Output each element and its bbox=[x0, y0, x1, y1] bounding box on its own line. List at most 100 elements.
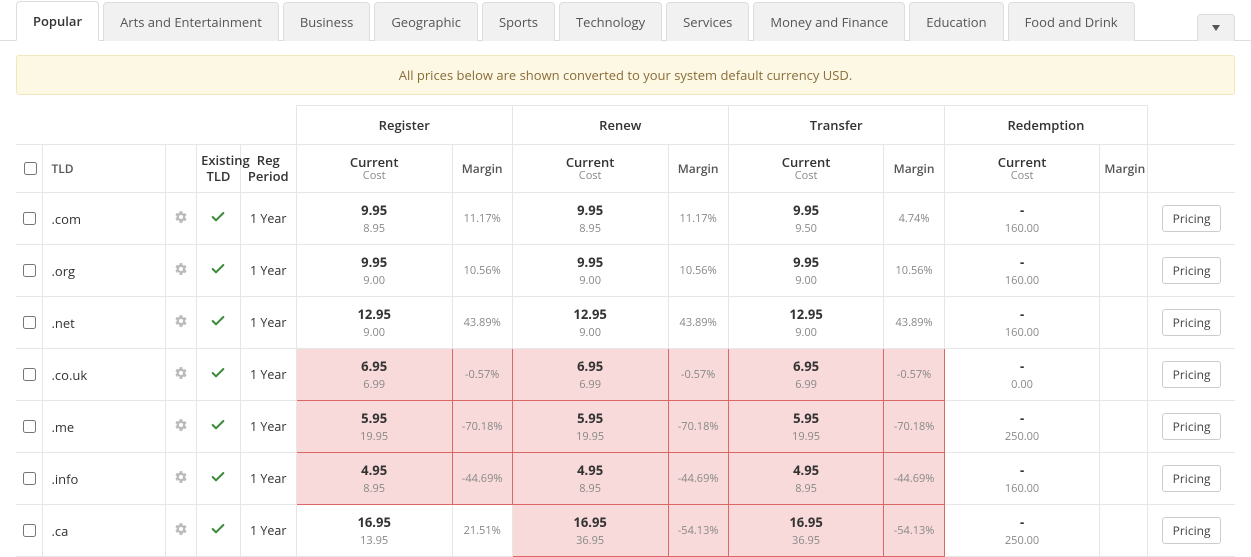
transfer-margin: -44.69% bbox=[884, 453, 944, 505]
row-checkbox[interactable] bbox=[23, 368, 36, 381]
tab-education[interactable]: Education bbox=[909, 2, 1003, 41]
header-transfer-current[interactable]: CurrentCost bbox=[728, 145, 884, 193]
redemption-margin bbox=[1100, 245, 1148, 297]
reg-period: 1 Year bbox=[240, 453, 296, 505]
row-checkbox[interactable] bbox=[23, 420, 36, 433]
gear-icon[interactable] bbox=[174, 470, 188, 488]
row-checkbox[interactable] bbox=[23, 264, 36, 277]
header-redemption-margin[interactable]: Margin bbox=[1100, 145, 1148, 193]
category-tabs: PopularArts and EntertainmentBusinessGeo… bbox=[0, 0, 1251, 41]
transfer-current: 16.95 bbox=[729, 513, 884, 531]
header-tld[interactable]: TLD bbox=[43, 145, 166, 193]
header-existing[interactable]: Existing TLD bbox=[197, 145, 241, 193]
redemption-current: - bbox=[945, 513, 1100, 531]
tab-popular[interactable]: Popular bbox=[16, 1, 99, 41]
row-settings[interactable] bbox=[166, 245, 197, 297]
reg-period: 1 Year bbox=[240, 193, 296, 245]
row-action: Pricing bbox=[1148, 505, 1235, 557]
pricing-button[interactable]: Pricing bbox=[1162, 361, 1222, 388]
row-checkbox[interactable] bbox=[23, 472, 36, 485]
gear-icon[interactable] bbox=[174, 210, 188, 228]
tld-name: .info bbox=[43, 453, 166, 505]
tab-business[interactable]: Business bbox=[283, 2, 371, 41]
tab-arts-and-entertainment[interactable]: Arts and Entertainment bbox=[103, 2, 279, 41]
row-action: Pricing bbox=[1148, 349, 1235, 401]
pricing-button[interactable]: Pricing bbox=[1162, 517, 1222, 544]
tab-money-and-finance[interactable]: Money and Finance bbox=[753, 2, 905, 41]
pricing-button[interactable]: Pricing bbox=[1162, 465, 1222, 492]
redemption-margin bbox=[1100, 505, 1148, 557]
select-all-checkbox[interactable] bbox=[24, 162, 37, 175]
header-transfer-margin[interactable]: Margin bbox=[884, 145, 944, 193]
transfer-price: 6.956.99 bbox=[728, 349, 884, 401]
pricing-button[interactable]: Pricing bbox=[1162, 413, 1222, 440]
pricing-button[interactable]: Pricing bbox=[1162, 309, 1222, 336]
register-margin: 43.89% bbox=[452, 297, 512, 349]
check-icon bbox=[210, 523, 226, 541]
renew-price: 16.9536.95 bbox=[512, 505, 668, 557]
gear-icon[interactable] bbox=[174, 314, 188, 332]
row-settings[interactable] bbox=[166, 297, 197, 349]
redemption-current: - bbox=[945, 305, 1100, 323]
transfer-cost: 9.50 bbox=[729, 221, 884, 236]
register-margin: 21.51% bbox=[452, 505, 512, 557]
gear-icon[interactable] bbox=[174, 522, 188, 540]
row-settings[interactable] bbox=[166, 453, 197, 505]
existing-tld bbox=[197, 193, 241, 245]
header-register-current[interactable]: CurrentCost bbox=[296, 145, 452, 193]
renew-current: 9.95 bbox=[513, 253, 668, 271]
register-margin: -0.57% bbox=[452, 349, 512, 401]
gear-icon[interactable] bbox=[174, 366, 188, 384]
pricing-button[interactable]: Pricing bbox=[1162, 205, 1222, 232]
reg-period: 1 Year bbox=[240, 245, 296, 297]
row-settings[interactable] bbox=[166, 193, 197, 245]
redemption-price: -250.00 bbox=[944, 505, 1100, 557]
tab-geographic[interactable]: Geographic bbox=[374, 2, 478, 41]
renew-current: 9.95 bbox=[513, 201, 668, 219]
redemption-margin bbox=[1100, 193, 1148, 245]
register-margin: -44.69% bbox=[452, 453, 512, 505]
gear-icon[interactable] bbox=[174, 262, 188, 280]
table-row: .ca1 Year16.9513.9521.51%16.9536.95-54.1… bbox=[16, 505, 1235, 557]
tab-sports[interactable]: Sports bbox=[482, 2, 555, 41]
tab-services[interactable]: Services bbox=[666, 2, 749, 41]
transfer-price: 4.958.95 bbox=[728, 453, 884, 505]
transfer-cost: 9.00 bbox=[729, 325, 884, 340]
renew-current: 4.95 bbox=[513, 461, 668, 479]
transfer-margin: -0.57% bbox=[884, 349, 944, 401]
renew-margin: -54.13% bbox=[668, 505, 728, 557]
header-redemption-current[interactable]: CurrentCost bbox=[944, 145, 1100, 193]
renew-price: 4.958.95 bbox=[512, 453, 668, 505]
row-settings[interactable] bbox=[166, 401, 197, 453]
redemption-margin bbox=[1100, 349, 1148, 401]
pricing-button[interactable]: Pricing bbox=[1162, 257, 1222, 284]
row-settings[interactable] bbox=[166, 349, 197, 401]
row-select bbox=[16, 505, 43, 557]
tld-name: .net bbox=[43, 297, 166, 349]
renew-current: 6.95 bbox=[513, 357, 668, 375]
row-select bbox=[16, 349, 43, 401]
gear-icon[interactable] bbox=[174, 418, 188, 436]
row-checkbox[interactable] bbox=[23, 212, 36, 225]
tab-food-and-drink[interactable]: Food and Drink bbox=[1008, 2, 1135, 41]
row-settings[interactable] bbox=[166, 505, 197, 557]
header-register-margin[interactable]: Margin bbox=[452, 145, 512, 193]
row-checkbox[interactable] bbox=[23, 316, 36, 329]
register-current: 12.95 bbox=[297, 305, 452, 323]
header-renew-margin[interactable]: Margin bbox=[668, 145, 728, 193]
tabs-overflow-button[interactable] bbox=[1197, 14, 1235, 41]
header-renew-current[interactable]: CurrentCost bbox=[512, 145, 668, 193]
register-current: 9.95 bbox=[297, 253, 452, 271]
tab-technology[interactable]: Technology bbox=[559, 2, 662, 41]
redemption-price: -160.00 bbox=[944, 453, 1100, 505]
register-price: 5.9519.95 bbox=[296, 401, 452, 453]
existing-tld bbox=[197, 245, 241, 297]
existing-tld bbox=[197, 401, 241, 453]
transfer-price: 9.959.00 bbox=[728, 245, 884, 297]
transfer-current: 4.95 bbox=[729, 461, 884, 479]
register-price: 6.956.99 bbox=[296, 349, 452, 401]
row-checkbox[interactable] bbox=[23, 524, 36, 537]
row-action: Pricing bbox=[1148, 245, 1235, 297]
row-action: Pricing bbox=[1148, 401, 1235, 453]
table-row: .info1 Year4.958.95-44.69%4.958.95-44.69… bbox=[16, 453, 1235, 505]
